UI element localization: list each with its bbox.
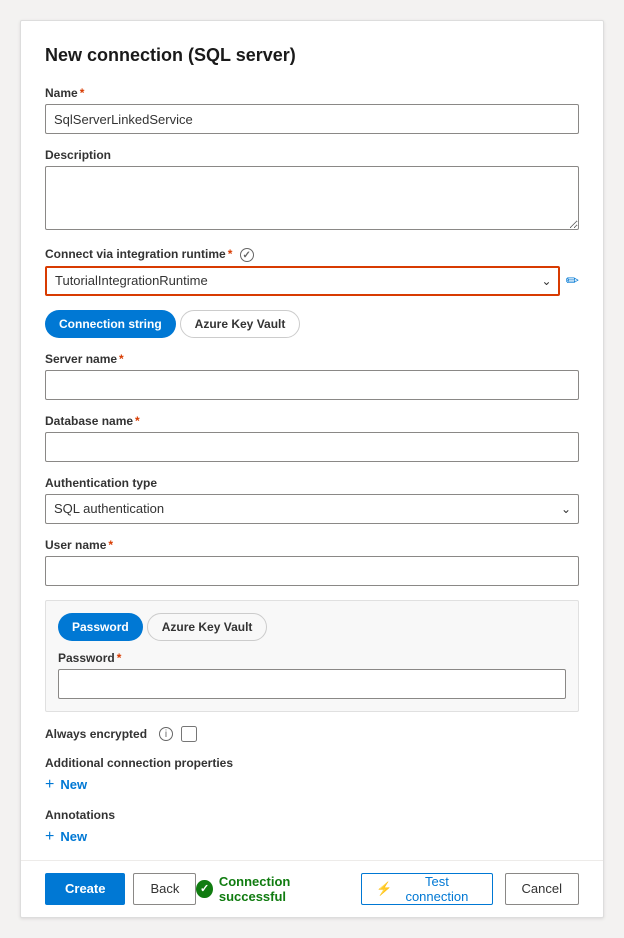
runtime-required: *	[228, 247, 233, 261]
name-required: *	[80, 86, 85, 100]
runtime-field-group: Connect via integration runtime* ✓ Tutor…	[45, 247, 579, 296]
test-connection-label: Test connection	[396, 874, 477, 904]
add-annotation-button[interactable]: + New	[45, 828, 579, 846]
tab-azure-key-vault[interactable]: Azure Key Vault	[180, 310, 301, 338]
database-name-input[interactable]	[45, 432, 579, 462]
footer-right: ✓ Connection successful ⚡ Test connectio…	[196, 873, 579, 905]
password-field-group: Password*	[58, 651, 566, 699]
tab-password[interactable]: Password	[58, 613, 143, 641]
add-property-label: New	[60, 777, 87, 792]
new-connection-panel: New connection (SQL server) Name* Descri…	[20, 20, 604, 918]
runtime-info-icon[interactable]: ✓	[240, 248, 254, 262]
always-encrypted-row: Always encrypted i	[45, 726, 579, 742]
runtime-dropdown[interactable]: TutorialIntegrationRuntime	[45, 266, 560, 296]
password-label: Password*	[58, 651, 566, 665]
database-name-label: Database name*	[45, 414, 579, 428]
always-encrypted-label: Always encrypted	[45, 727, 147, 741]
back-button[interactable]: Back	[133, 873, 196, 905]
database-name-required: *	[135, 414, 140, 428]
add-annotation-plus-icon: +	[45, 828, 54, 846]
password-input[interactable]	[58, 669, 566, 699]
annotations-group: Annotations + New	[45, 808, 579, 846]
password-tabs: Password Azure Key Vault	[58, 613, 566, 641]
connection-success-icon: ✓	[196, 880, 212, 898]
description-input[interactable]	[45, 166, 579, 230]
password-section: Password Azure Key Vault Password*	[45, 600, 579, 712]
cancel-button[interactable]: Cancel	[505, 873, 579, 905]
connection-success-status: ✓ Connection successful	[196, 874, 349, 904]
name-field-group: Name*	[45, 86, 579, 134]
runtime-label: Connect via integration runtime* ✓	[45, 247, 579, 262]
username-field-group: User name*	[45, 538, 579, 586]
auth-type-dropdown[interactable]: SQL authentication Windows authenticatio…	[45, 494, 579, 524]
description-field-group: Description	[45, 148, 579, 233]
add-property-button[interactable]: + New	[45, 776, 579, 794]
username-label: User name*	[45, 538, 579, 552]
auth-type-dropdown-wrapper: SQL authentication Windows authenticatio…	[45, 494, 579, 524]
create-button[interactable]: Create	[45, 873, 125, 905]
password-required: *	[117, 651, 122, 665]
annotations-heading: Annotations	[45, 808, 579, 822]
username-required: *	[108, 538, 113, 552]
runtime-dropdown-wrapper: TutorialIntegrationRuntime ⌄	[45, 266, 560, 296]
additional-properties-heading: Additional connection properties	[45, 756, 579, 770]
footer: Create Back ✓ Connection successful ⚡ Te…	[21, 860, 603, 917]
server-name-required: *	[119, 352, 124, 366]
additional-properties-group: Additional connection properties + New	[45, 756, 579, 794]
add-property-plus-icon: +	[45, 776, 54, 794]
runtime-edit-icon[interactable]: ✏	[566, 271, 579, 291]
panel-title: New connection (SQL server)	[45, 45, 579, 66]
server-name-input[interactable]	[45, 370, 579, 400]
description-label: Description	[45, 148, 579, 162]
name-input[interactable]	[45, 104, 579, 134]
test-connection-lightning-icon: ⚡	[376, 881, 392, 897]
connection-success-text: Connection successful	[219, 874, 349, 904]
username-input[interactable]	[45, 556, 579, 586]
server-name-field-group: Server name*	[45, 352, 579, 400]
footer-left: Create Back	[45, 873, 196, 905]
name-label: Name*	[45, 86, 579, 100]
test-connection-button[interactable]: ⚡ Test connection	[361, 873, 492, 905]
database-name-field-group: Database name*	[45, 414, 579, 462]
tab-connection-string[interactable]: Connection string	[45, 310, 176, 338]
auth-type-field-group: Authentication type SQL authentication W…	[45, 476, 579, 524]
tab-password-azure-key-vault[interactable]: Azure Key Vault	[147, 613, 268, 641]
always-encrypted-info-icon[interactable]: i	[159, 727, 173, 741]
add-annotation-label: New	[60, 829, 87, 844]
runtime-row: TutorialIntegrationRuntime ⌄ ✏	[45, 266, 579, 296]
auth-type-label: Authentication type	[45, 476, 579, 490]
connection-type-tabs: Connection string Azure Key Vault	[45, 310, 579, 338]
server-name-label: Server name*	[45, 352, 579, 366]
always-encrypted-checkbox[interactable]	[181, 726, 197, 742]
